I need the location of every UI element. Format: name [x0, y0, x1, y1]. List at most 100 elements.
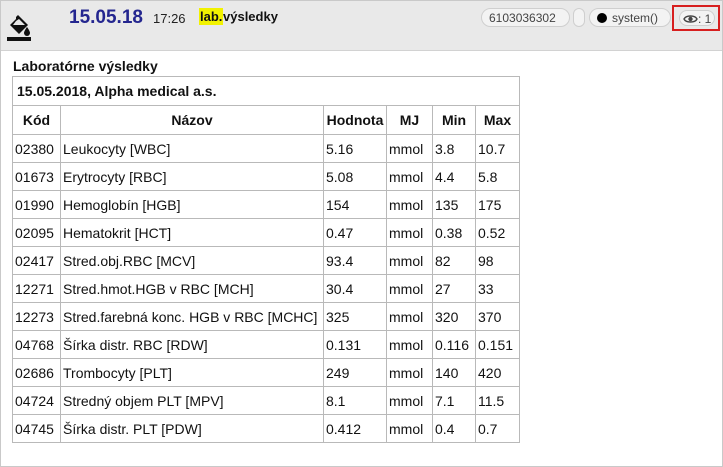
cell-nazov: Stred.hmot.HGB v RBC [MCH] — [60, 274, 324, 303]
cell-mj: mmol — [386, 302, 433, 331]
cell-kod: 02417 — [12, 246, 61, 275]
table-row: 02417 Stred.obj.RBC [MCV] 93.4 mmol 82 98 — [12, 246, 520, 275]
cell-max: 175 — [475, 190, 520, 219]
table-row: 04724 Stredný objem PLT [MPV] 8.1 mmol 7.1 11… — [12, 386, 520, 415]
table-row: 04768 Šírka distr. RBC [RDW] 0.131 mmol 0.11… — [12, 330, 520, 359]
empty-badge[interactable] — [573, 8, 585, 27]
table-row: 12271 Stred.hmot.HGB v RBC [MCH] 30.4 mmol 2… — [12, 274, 520, 303]
cell-mj: mmol — [386, 190, 433, 219]
cell-hodnota: 249 — [323, 358, 387, 387]
cell-max: 33 — [475, 274, 520, 303]
cell-kod: 02686 — [12, 358, 61, 387]
provider-row: 15.05.2018, Alpha medical a.s. — [12, 76, 520, 106]
table-row: 01990 Hemoglobín [HGB] 154 mmol 135 175 — [12, 190, 520, 219]
cell-mj: mmol — [386, 414, 433, 443]
cell-hodnota: 5.08 — [323, 162, 387, 191]
cell-min: 7.1 — [432, 386, 476, 415]
cell-hodnota: 0.131 — [323, 330, 387, 359]
views-counter[interactable]: : 1 — [679, 10, 715, 26]
cell-nazov: Hemoglobín [HGB] — [60, 190, 324, 219]
lab-results-table: 15.05.2018, Alpha medical a.s. Kód Názov… — [12, 76, 520, 443]
col-header-hodnota: Hodnota — [323, 105, 387, 135]
cell-min: 0.4 — [432, 414, 476, 443]
views-counter-highlight: : 1 — [672, 5, 720, 31]
cell-min: 4.4 — [432, 162, 476, 191]
record-id-badge[interactable]: 6103036302 — [481, 8, 570, 27]
cell-nazov: Leukocyty [WBC] — [60, 134, 324, 163]
cell-max: 98 — [475, 246, 520, 275]
cell-hodnota: 325 — [323, 302, 387, 331]
cell-mj: mmol — [386, 330, 433, 359]
col-header-mj: MJ — [386, 105, 433, 135]
cell-max: 10.7 — [475, 134, 520, 163]
cell-hodnota: 93.4 — [323, 246, 387, 275]
record-header: 15.05.18 17:26 lab. výsledky 6103036302 … — [1, 1, 722, 51]
user-badge[interactable]: system() — [589, 8, 671, 27]
cell-min: 135 — [432, 190, 476, 219]
cell-hodnota: 0.47 — [323, 218, 387, 247]
cell-hodnota: 8.1 — [323, 386, 387, 415]
record-type-title: výsledky — [223, 9, 278, 24]
cell-min: 0.116 — [432, 330, 476, 359]
section-title: Laboratórne výsledky — [13, 58, 158, 74]
cell-hodnota: 154 — [323, 190, 387, 219]
cell-hodnota: 30.4 — [323, 274, 387, 303]
cell-max: 420 — [475, 358, 520, 387]
cell-kod: 02095 — [12, 218, 61, 247]
cell-nazov: Hematokrit [HCT] — [60, 218, 324, 247]
col-header-min: Min — [432, 105, 476, 135]
cell-kod: 01990 — [12, 190, 61, 219]
cell-min: 0.38 — [432, 218, 476, 247]
cell-nazov: Trombocyty [PLT] — [60, 358, 324, 387]
eye-icon — [683, 12, 698, 26]
cell-nazov: Šírka distr. PLT [PDW] — [60, 414, 324, 443]
cell-mj: mmol — [386, 386, 433, 415]
lab-result-card: 15.05.18 17:26 lab. výsledky 6103036302 … — [0, 0, 723, 467]
lab-results-body: 15.05.2018, Alpha medical a.s. Kód Názov… — [12, 76, 520, 443]
table-header-row: Kód Názov Hodnota MJ Min Max — [12, 105, 520, 135]
user-status-dot-icon — [597, 13, 607, 23]
cell-min: 320 — [432, 302, 476, 331]
cell-hodnota: 0.412 — [323, 414, 387, 443]
cell-kod: 01673 — [12, 162, 61, 191]
cell-max: 370 — [475, 302, 520, 331]
user-name: system() — [612, 11, 658, 25]
col-header-nazov: Názov — [60, 105, 324, 135]
cell-kod: 12271 — [12, 274, 61, 303]
cell-nazov: Stred.farebná konc. HGB v RBC [MCHC] — [60, 302, 324, 331]
cell-nazov: Stredný objem PLT [MPV] — [60, 386, 324, 415]
table-row: 02095 Hematokrit [HCT] 0.47 mmol 0.38 0.52 — [12, 218, 520, 247]
cell-kod: 04768 — [12, 330, 61, 359]
table-row: 01673 Erytrocyty [RBC] 5.08 mmol 4.4 5.8 — [12, 162, 520, 191]
cell-max: 5.8 — [475, 162, 520, 191]
cell-nazov: Stred.obj.RBC [MCV] — [60, 246, 324, 275]
cell-mj: mmol — [386, 162, 433, 191]
views-count: : 1 — [698, 12, 712, 26]
cell-nazov: Šírka distr. RBC [RDW] — [60, 330, 324, 359]
col-header-kod: Kód — [12, 105, 61, 135]
cell-nazov: Erytrocyty [RBC] — [60, 162, 324, 191]
table-row: 04745 Šírka distr. PLT [PDW] 0.412 mmol 0.4 0… — [12, 414, 520, 443]
cell-kod: 04745 — [12, 414, 61, 443]
cell-kod: 02380 — [12, 134, 61, 163]
cell-max: 0.52 — [475, 218, 520, 247]
table-row: 02686 Trombocyty [PLT] 249 mmol 140 420 — [12, 358, 520, 387]
record-date: 15.05.18 — [69, 7, 143, 28]
table-row: 12273 Stred.farebná konc. HGB v RBC [MCHC… — [12, 302, 520, 331]
fill-bucket-icon[interactable] — [7, 15, 31, 41]
table-row: 02380 Leukocyty [WBC] 5.16 mmol 3.8 10.7 — [12, 134, 520, 163]
cell-max: 11.5 — [475, 386, 520, 415]
cell-mj: mmol — [386, 274, 433, 303]
cell-mj: mmol — [386, 358, 433, 387]
cell-min: 140 — [432, 358, 476, 387]
provider-line: 15.05.2018, Alpha medical a.s. — [12, 76, 520, 106]
record-time: 17:26 — [153, 11, 186, 26]
cell-max: 0.7 — [475, 414, 520, 443]
cell-max: 0.151 — [475, 330, 520, 359]
cell-min: 3.8 — [432, 134, 476, 163]
cell-min: 27 — [432, 274, 476, 303]
cell-kod: 04724 — [12, 386, 61, 415]
col-header-max: Max — [475, 105, 520, 135]
cell-mj: mmol — [386, 218, 433, 247]
cell-mj: mmol — [386, 134, 433, 163]
